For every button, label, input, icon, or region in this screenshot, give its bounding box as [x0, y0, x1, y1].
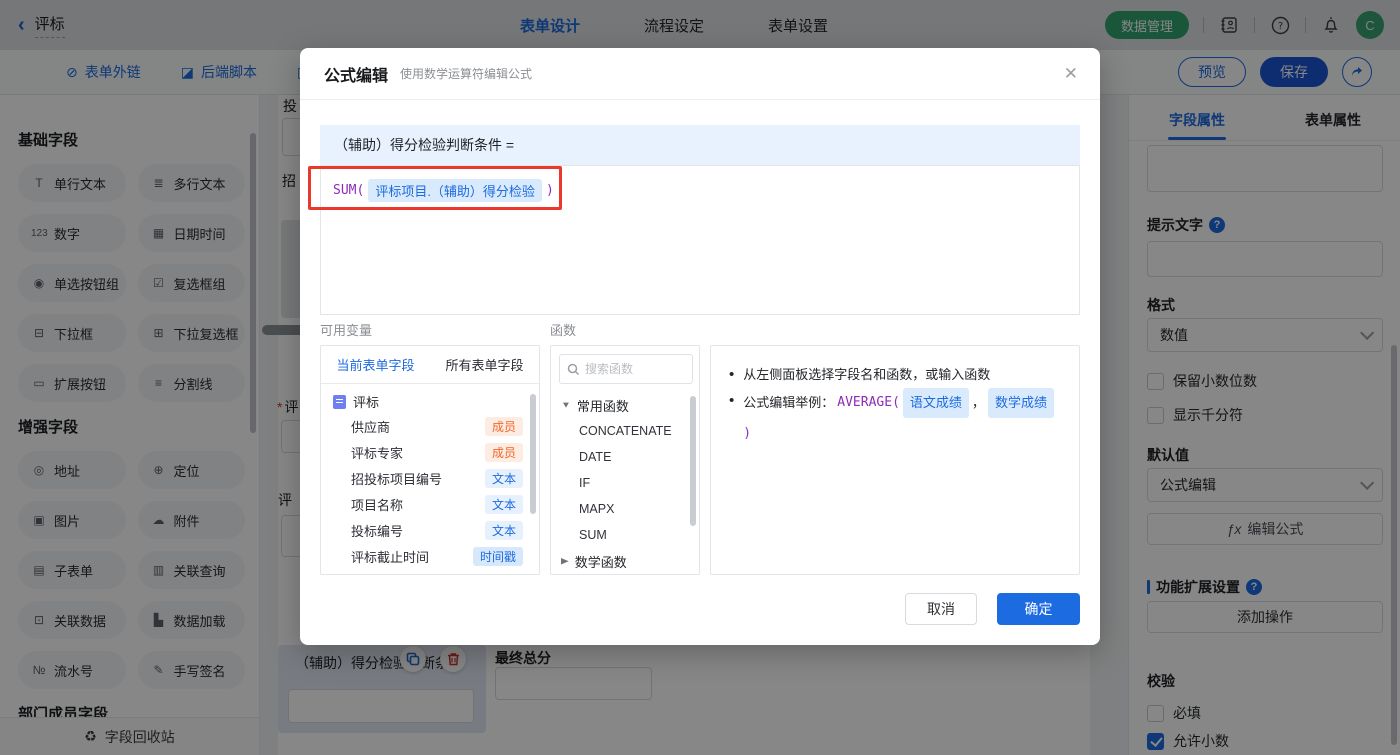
variable-name: 项目名称	[351, 497, 404, 513]
formula-field-chip[interactable]: 评标项目.（辅助）得分检验	[368, 179, 542, 202]
variable-name: 供应商	[351, 419, 391, 435]
bullet: •	[729, 392, 735, 409]
bullet: •	[729, 366, 735, 383]
function-item-sum[interactable]: SUM	[551, 522, 699, 548]
function-item-if[interactable]: IF	[551, 470, 699, 496]
function-item-concatenate[interactable]: CONCATENATE	[551, 418, 699, 444]
tip-text: 从左侧面板选择字段名和函数，或输入函数	[743, 367, 991, 382]
variables-tabs: 当前表单字段 所有表单字段	[321, 346, 539, 384]
variable-row[interactable]: 供应商 成员	[321, 413, 539, 439]
modal-title: 公式编辑	[324, 67, 389, 85]
formula-function-open: SUM(	[333, 183, 365, 198]
group-label: 常用函数	[576, 398, 629, 414]
example-field-chip: 数学成绩	[987, 388, 1054, 418]
variable-name: 评标专家	[351, 445, 404, 461]
variable-name: 招投标项目编号	[351, 471, 443, 487]
chevron-right-icon: ▶	[561, 556, 569, 566]
tips-panel: • 从左侧面板选择字段名和函数，或输入函数 • 公式编辑举例： AVERAGE(…	[710, 345, 1080, 575]
group-math-functions[interactable]: ▶ 数学函数	[551, 548, 699, 574]
variables-scrollbar[interactable]	[530, 394, 536, 514]
formula-close-paren: )	[545, 183, 554, 198]
functions-label: 函数	[550, 323, 577, 338]
tip-text: 公式编辑举例：	[743, 395, 835, 410]
group-label: 数学函数	[574, 554, 627, 570]
variables-panel: 当前表单字段 所有表单字段 评标 供应商 成员 评标专家 成员 招投标项目编号 文本 …	[320, 345, 540, 575]
cancel-button[interactable]: 取消	[905, 593, 977, 625]
type-badge: 成员	[484, 416, 523, 436]
form-doc-icon	[333, 394, 346, 409]
function-item-mapx[interactable]: MAPX	[551, 496, 699, 522]
example-field-chip: 语文成绩	[902, 388, 969, 418]
example-close-paren: )	[743, 426, 752, 441]
root-node-label: 评标	[353, 395, 380, 410]
formula-expression: SUM( 评标项目.（辅助）得分检验 )	[333, 179, 554, 202]
tip-line-1: • 从左侧面板选择字段名和函数，或输入函数	[729, 362, 1061, 388]
variable-row[interactable]: 投标编号 文本	[321, 517, 539, 543]
type-badge: 文本	[484, 494, 523, 514]
tab-current-form-fields[interactable]: 当前表单字段	[321, 355, 430, 374]
variable-row[interactable]: 招投标项目编号 文本	[321, 465, 539, 491]
function-search	[559, 354, 693, 384]
search-icon	[567, 363, 580, 375]
variable-name: 评标截止时间	[351, 549, 430, 565]
tip-line-2: • 公式编辑举例： AVERAGE( 语文成绩 ， 数学成绩 )	[729, 388, 1061, 447]
function-search-input[interactable]	[585, 362, 675, 376]
type-badge: 文本	[484, 468, 523, 488]
variables-root-node[interactable]: 评标	[321, 384, 539, 413]
variable-row[interactable]: 评标专家 成员	[321, 439, 539, 465]
tab-all-form-fields[interactable]: 所有表单字段	[430, 355, 539, 374]
close-icon[interactable]: ✕	[1064, 64, 1078, 84]
group-text-functions[interactable]: ▶文本函数	[551, 574, 699, 575]
modal-footer: 取消 确定	[905, 593, 1080, 625]
variable-row[interactable]: 项目名称 文本	[321, 491, 539, 517]
variables-label: 可用变量	[320, 323, 373, 338]
formula-editor[interactable]: SUM( 评标项目.（辅助）得分检验 )	[320, 165, 1080, 315]
variable-name: 投标编号	[351, 523, 404, 539]
modal-header: 公式编辑 使用数学运算符编辑公式 ✕	[300, 48, 1100, 100]
variable-row[interactable]: 评标截止时间 时间戳	[321, 543, 539, 569]
group-common-functions[interactable]: ▼ 常用函数	[551, 392, 699, 418]
type-badge: 时间戳	[472, 546, 523, 566]
type-badge: 成员	[484, 442, 523, 462]
functions-panel: ▼ 常用函数 CONCATENATE DATE IF MAPX SUM ▶ 数学函数…	[550, 345, 700, 575]
screen: ‹ 评标 表单设计 流程设定 表单设置 数据管理 ? C ⊘ 表单外链 ◪ 后端…	[0, 0, 1400, 755]
modal-subtitle: 使用数学运算符编辑公式	[400, 67, 533, 81]
formula-target-line: （辅助）得分检验判断条件 =	[320, 125, 1080, 165]
confirm-button[interactable]: 确定	[997, 593, 1080, 625]
chevron-down-icon: ▼	[561, 400, 571, 410]
example-comma: ，	[971, 395, 985, 410]
function-item-date[interactable]: DATE	[551, 444, 699, 470]
example-function-open: AVERAGE(	[837, 395, 900, 410]
formula-edit-modal: 公式编辑 使用数学运算符编辑公式 ✕ （辅助）得分检验判断条件 = SUM( 评…	[300, 48, 1100, 645]
functions-scrollbar[interactable]	[690, 396, 696, 526]
type-badge: 文本	[484, 520, 523, 540]
function-tree: ▼ 常用函数 CONCATENATE DATE IF MAPX SUM ▶ 数学函数…	[551, 392, 699, 575]
